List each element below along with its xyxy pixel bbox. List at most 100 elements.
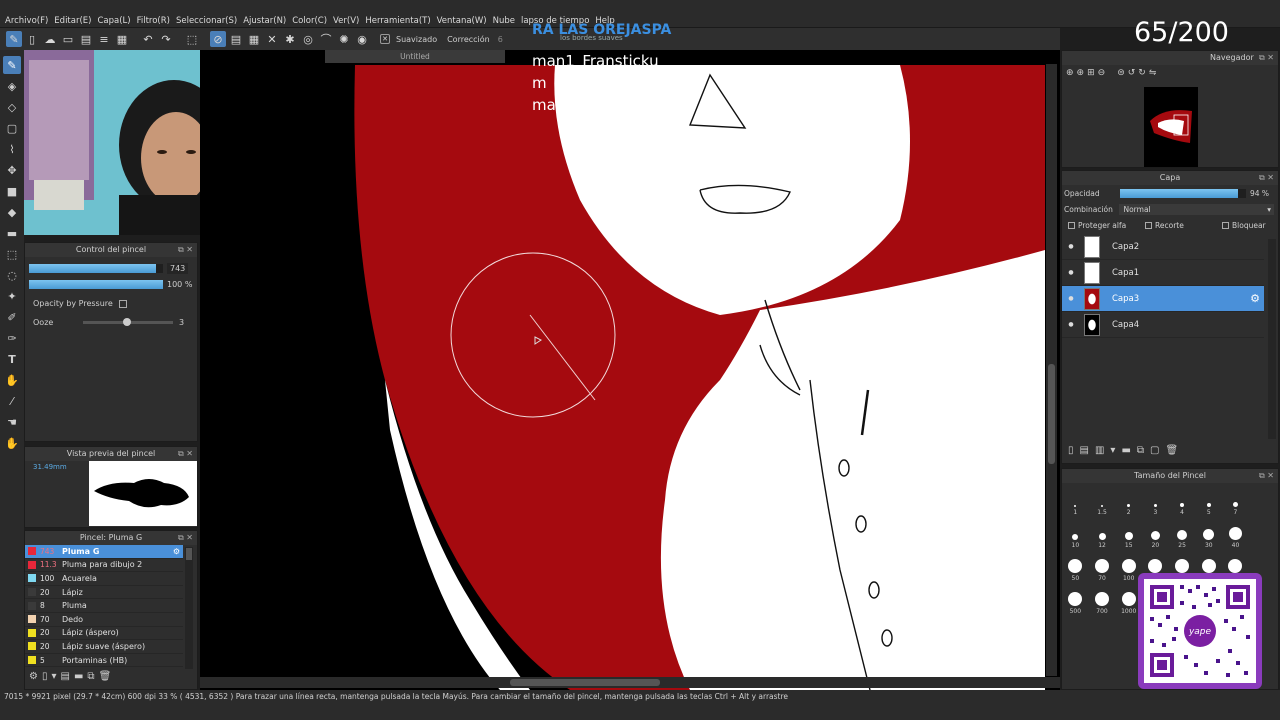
folder-icon[interactable]: ▬ [74, 671, 83, 682]
brush-opacity-slider[interactable] [29, 280, 163, 289]
eraser-alt-icon[interactable]: ◇ [3, 98, 21, 116]
fit-icon[interactable]: ⊞ [1087, 68, 1095, 78]
brush-size-option[interactable]: 5 [1195, 483, 1222, 516]
eye-icon[interactable]: ● [1064, 243, 1078, 250]
trash-icon[interactable]: 🗑 [99, 671, 112, 682]
brush-size-option[interactable]: 3 [1142, 483, 1169, 516]
gear-icon[interactable]: ⚙ [173, 547, 180, 556]
hand-icon[interactable]: ✋ [3, 371, 21, 389]
panel-controls-icon[interactable]: ⧉ ✕ [1259, 51, 1274, 65]
brush-size-option[interactable]: 25 [1169, 516, 1196, 549]
snap-crisscross-icon[interactable]: ✕ [264, 31, 280, 47]
text-icon[interactable]: T [3, 350, 21, 368]
flip-icon[interactable]: ⇋ [1149, 68, 1157, 78]
layer-row[interactable]: ● Capa4 [1062, 312, 1264, 338]
blend-mode-select[interactable]: Normal ▾ [1119, 204, 1274, 215]
fill-shape-icon[interactable]: ■ [3, 182, 21, 200]
new-layer-icon[interactable]: ▯ [1068, 445, 1074, 456]
menu-item[interactable]: Editar(E) [53, 0, 96, 26]
canvas-vscrollbar[interactable] [1046, 64, 1057, 676]
select-pen-icon[interactable]: ✐ [3, 308, 21, 326]
brush-size-value[interactable]: 743 [167, 263, 189, 274]
undo-icon[interactable]: ↶ [140, 31, 156, 47]
move-icon[interactable]: ✥ [3, 161, 21, 179]
snap-circle-icon[interactable]: ◎ [300, 31, 316, 47]
brush-list-item[interactable]: 20 Lápiz (áspero) [25, 627, 183, 641]
brush-list-item[interactable]: 100 Acuarela [25, 572, 183, 586]
panel-controls-icon[interactable]: ⧉ ✕ [178, 447, 193, 461]
canvas-vscroll-thumb[interactable] [1048, 364, 1055, 464]
cloud-icon[interactable]: ☁ [42, 31, 58, 47]
brush-icon[interactable]: ⌇ [3, 140, 21, 158]
brush-list-scrollbar[interactable] [185, 547, 193, 669]
brush-size-slider[interactable] [29, 264, 163, 273]
brush-size-option[interactable]: 40 [1222, 516, 1249, 549]
menu-item[interactable]: Ajustar(N) [242, 0, 291, 26]
snap-grid-icon[interactable]: ▦ [246, 31, 262, 47]
layer-folder-icon[interactable]: ▬ [1121, 445, 1130, 456]
layer-row[interactable]: ● Capa1 [1062, 260, 1264, 286]
layer-row[interactable]: ● Capa2 [1062, 234, 1264, 260]
monitor-icon[interactable]: ▭ [60, 31, 76, 47]
brush-menu-icon[interactable]: ▾ [51, 671, 56, 682]
list-icon[interactable]: ≡ [96, 31, 112, 47]
document-icon[interactable]: ▤ [78, 31, 94, 47]
eye-icon[interactable]: ● [1064, 321, 1078, 328]
brush-list-item[interactable]: 5 Portaminas (HB) [25, 654, 183, 668]
zoom-out-icon[interactable]: ⊖ [1098, 68, 1106, 78]
layer-opacity-slider[interactable] [1120, 189, 1246, 198]
brush-size-option[interactable]: 12 [1089, 516, 1116, 549]
merge-icon[interactable]: ⧉ [1137, 445, 1144, 456]
layer-menu-icon[interactable]: ▾ [1110, 445, 1115, 456]
brush-size-option[interactable]: 700 [1089, 582, 1116, 615]
brush-size-option[interactable]: 50 [1062, 549, 1089, 582]
brush-list-item[interactable]: 20 Lápiz [25, 586, 183, 600]
magic-wand-icon[interactable]: ✦ [3, 287, 21, 305]
canvas[interactable] [200, 50, 1060, 690]
hand-pan-icon[interactable]: ✋ [3, 434, 21, 452]
snap-parallel-icon[interactable]: ▤ [228, 31, 244, 47]
grab-hand-icon[interactable]: ☚ [3, 413, 21, 431]
menu-item[interactable]: Filtro(R) [136, 0, 175, 26]
protect-alpha-checkbox[interactable] [1068, 222, 1075, 229]
menu-item[interactable]: Color(C) [291, 0, 332, 26]
snap-curve-icon[interactable]: ⌒ [318, 31, 334, 47]
brush-size-option[interactable]: 1.5 [1089, 483, 1116, 516]
new-vector-icon[interactable]: ▥ [1095, 445, 1104, 456]
rotate-right-icon[interactable]: ↻ [1138, 68, 1146, 78]
new-raster-icon[interactable]: ▤ [1080, 445, 1089, 456]
brush-list-item[interactable]: 743 Pluma G ⚙ [25, 545, 183, 559]
lock-checkbox[interactable] [1222, 222, 1229, 229]
brush-size-option[interactable]: 7 [1222, 483, 1249, 516]
eyedropper-icon[interactable]: ⁄ [3, 392, 21, 410]
brush-size-option[interactable]: 30 [1195, 516, 1222, 549]
brush-size-option[interactable]: 4 [1169, 483, 1196, 516]
snap-off-icon[interactable]: ⊘ [210, 31, 226, 47]
delete-layer-icon[interactable]: 🗑 [1166, 445, 1179, 456]
new-file-icon[interactable]: ▯ [24, 31, 40, 47]
eye-icon[interactable]: ● [1064, 269, 1078, 276]
snap-radial-icon[interactable]: ✺ [336, 31, 352, 47]
smoothing-checkbox[interactable]: ✕ [380, 34, 390, 44]
rotate-reset-icon[interactable]: ⊜ [1117, 68, 1125, 78]
marquee-icon[interactable]: ⬚ [3, 245, 21, 263]
gradient-icon[interactable]: ▬ [3, 224, 21, 242]
bucket-icon[interactable]: ◆ [3, 203, 21, 221]
brush-size-option[interactable]: 1 [1062, 483, 1089, 516]
document-tab[interactable]: Untitled [325, 50, 505, 63]
canvas-hscroll-thumb[interactable] [510, 679, 660, 686]
ooze-knob[interactable] [123, 318, 131, 326]
eye-icon[interactable]: ● [1064, 295, 1078, 302]
panel-controls-icon[interactable]: ⧉ ✕ [1259, 469, 1274, 483]
rect-select-icon[interactable]: ▢ [3, 119, 21, 137]
duplicate-icon[interactable]: ⧉ [87, 671, 94, 682]
menu-item[interactable]: Capa(L) [96, 0, 135, 26]
snap-concentric-icon[interactable]: ◉ [354, 31, 370, 47]
menu-item[interactable]: Nube [492, 0, 520, 26]
clip-checkbox[interactable] [1145, 222, 1152, 229]
menu-item[interactable]: Herramienta(T) [364, 0, 435, 26]
correccion-input[interactable]: 6 [496, 35, 505, 44]
ooze-slider[interactable] [83, 318, 173, 326]
zoom-in-icon[interactable]: ⊕ [1066, 68, 1074, 78]
layer-scrollbar[interactable] [1268, 239, 1276, 439]
